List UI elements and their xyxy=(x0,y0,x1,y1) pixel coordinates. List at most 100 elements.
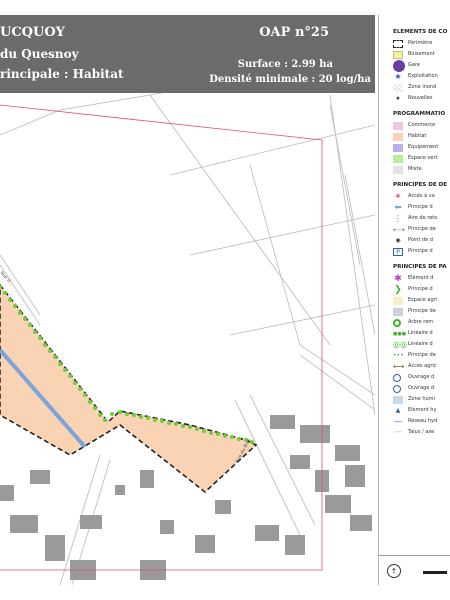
circle-green-icon xyxy=(393,319,401,327)
equipement-icon xyxy=(393,144,403,152)
talus-icon: ┈┈ xyxy=(394,429,402,436)
ouvrage-icon xyxy=(393,374,401,382)
legend-item: Espace agri xyxy=(393,296,450,306)
legend-item-label: Accès à va xyxy=(408,193,435,199)
legend-item: ★ Exploitation xyxy=(393,72,450,82)
access-agri-icon: ⟷ xyxy=(393,362,405,371)
chevron-right-icon: ❯ xyxy=(394,285,402,295)
grey-box-icon xyxy=(393,308,403,316)
legend-item: Arbre rem xyxy=(393,318,450,328)
legend-item: Principe de xyxy=(393,307,450,317)
legend-item-label: Linéaire d xyxy=(408,341,433,347)
legend-item-label: Elément hy xyxy=(408,407,437,413)
scale-bar xyxy=(423,571,447,574)
legend-item: ✶ Accès à va xyxy=(393,192,450,202)
star-small-icon: ★ xyxy=(395,95,401,102)
gare-icon xyxy=(393,60,405,72)
legend-section-title: ELEMENTS DE CO xyxy=(393,29,448,35)
legend-item-label: Périmètre xyxy=(408,40,433,46)
legend-item: ✱ Elément d xyxy=(393,274,450,284)
reseau-line-icon: — xyxy=(394,417,402,426)
mixte-icon xyxy=(393,166,403,174)
legend-item-label: Ouvrage d xyxy=(408,385,435,391)
legend-item: ••• Principe de xyxy=(393,351,450,361)
legend-item-label: Talus / axe xyxy=(408,429,435,435)
legend-section-title: PROGRAMMATIO xyxy=(393,111,446,117)
legend-item: Habitat xyxy=(393,132,450,142)
legend-item-label: Aire de reto xyxy=(408,215,438,221)
map-canvas: Rue d… Rue du Bois xyxy=(0,54,375,585)
legend-item: Périmètre xyxy=(393,39,450,49)
habitat-icon xyxy=(393,133,403,141)
legend-item-label: Point de d xyxy=(408,237,434,243)
legend-item-label: Principe d xyxy=(408,286,433,292)
legend-item: — Réseau hyd xyxy=(393,417,450,427)
legend-item: Commerce xyxy=(393,121,450,131)
legend-item: ●●● Linéaire d xyxy=(393,329,450,339)
double-arrow-icon: ⇠⇢ xyxy=(393,226,405,234)
legend-item-label: Espace agri xyxy=(408,297,438,303)
legend-item: ❯ Principe d xyxy=(393,285,450,295)
dotted-line-icon: ••• xyxy=(393,352,404,359)
access-star-icon: ✶ xyxy=(394,192,402,202)
boisement-icon xyxy=(393,51,403,59)
star-blue-icon: ★ xyxy=(394,72,402,81)
legend-item: Ouvrage d xyxy=(393,373,450,383)
legend-item: Zone inond xyxy=(393,83,450,93)
legend-item-label: Habitat xyxy=(408,133,427,139)
legend-item-label: Equipement xyxy=(408,144,439,150)
legend-item: Boisement xyxy=(393,50,450,60)
main-vocation: rincipale : Habitat xyxy=(0,67,124,81)
legend-item: P Principe d xyxy=(393,247,450,257)
legend-panel: ELEMENTS DE CO Périmètre Boisement Gare ★ Exp… xyxy=(378,15,450,585)
hedge-remarkable-icon: ●●● xyxy=(393,331,407,337)
legend-item-label: Réseau hyd xyxy=(408,418,438,424)
hatch-icon xyxy=(393,84,403,92)
legend-item: Zone humi xyxy=(393,395,450,405)
legend-item: ⇠⇢ Principe de xyxy=(393,225,450,235)
commune-title: UCQUOY xyxy=(0,25,65,40)
legend-item-label: Arbre rem xyxy=(408,319,434,325)
legend-item-label: Gare xyxy=(408,62,420,68)
legend-item-label: Boisement xyxy=(408,51,435,57)
espace-vert-icon xyxy=(393,155,403,163)
point-icon: ◉ xyxy=(395,237,401,244)
legend-item: ★ Nouvelles xyxy=(393,94,450,104)
legend-item-label: Accès agric xyxy=(408,363,437,369)
triangle-icon: ▲ xyxy=(395,407,401,414)
legend-item-label: Elément d xyxy=(408,275,434,281)
double-circle-icon: ◎◎ xyxy=(393,340,407,349)
legend-item-label: Principe de xyxy=(408,308,436,314)
parking-icon: P xyxy=(393,248,403,256)
legend-item: ⬅ Principe d xyxy=(393,203,450,213)
legend-item-label: Principe d xyxy=(408,204,433,210)
legend-item: Equipement xyxy=(393,143,450,153)
north-arrow-icon: ↑ xyxy=(387,564,401,578)
legend-item: Mixte xyxy=(393,165,450,175)
legend-item-label: Espace vert xyxy=(408,155,438,161)
legend-item: Ouvrage d xyxy=(393,384,450,394)
habitat-zone xyxy=(0,283,258,494)
map-area: Rue d… Rue du Bois UCQUOY du Quesnoy rin… xyxy=(0,15,375,585)
ouvrage-2-icon xyxy=(393,385,401,393)
legend-item-label: Linéaire d xyxy=(408,330,433,336)
legend-footer: ↑ xyxy=(379,555,450,585)
espace-agricole-icon xyxy=(393,297,403,305)
legend-item-label: Principe de xyxy=(408,226,436,232)
arrow-left-icon: ⬅ xyxy=(394,203,402,213)
legend-item: ◉ Point de d xyxy=(393,236,450,246)
zone-humide-icon xyxy=(393,396,403,404)
legend-item-label: Principe d xyxy=(408,248,433,254)
perimeter-dashed-icon xyxy=(393,40,403,48)
legend-item: Gare xyxy=(393,60,450,72)
aire-icon: ⋮ xyxy=(394,214,402,223)
oap-boundary xyxy=(0,104,323,571)
legend-item: ⟷ Accès agric xyxy=(393,362,450,372)
commerce-icon xyxy=(393,122,403,130)
legend-item: ▲ Elément hy xyxy=(393,406,450,416)
map-header: UCQUOY du Quesnoy rincipale : Habitat OA… xyxy=(0,15,375,93)
oap-number: OAP n°25 xyxy=(259,25,329,40)
legend-section-title: PRINCIPES DE DE xyxy=(393,182,448,188)
density-value: Densité minimale : 20 log/ha xyxy=(209,74,371,85)
legend-item-label: Nouvelles xyxy=(408,95,433,101)
